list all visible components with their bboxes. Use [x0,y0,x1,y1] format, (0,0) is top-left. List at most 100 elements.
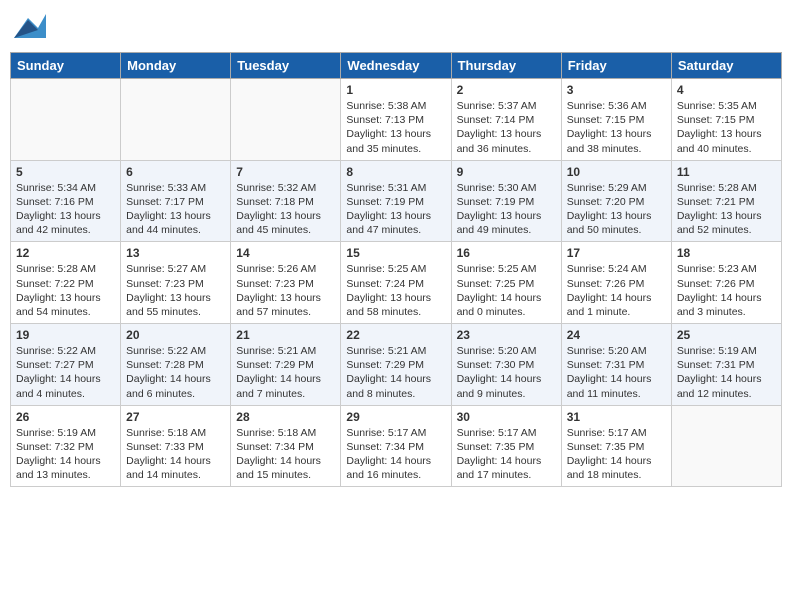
day-info: Daylight: 14 hours [346,372,445,386]
day-info: Sunrise: 5:28 AM [16,262,115,276]
page-header [10,10,782,46]
calendar-header-row: SundayMondayTuesdayWednesdayThursdayFrid… [11,53,782,79]
day-number: 12 [16,246,115,260]
calendar-cell: 24 Sunrise: 5:20 AMSunset: 7:31 PMDayligh… [561,324,671,406]
day-number: 23 [457,328,556,342]
day-info: Daylight: 13 hours [236,209,335,223]
calendar-cell: 14Sunrise: 5:26 AMSunset: 7:23 PMDayligh… [231,242,341,324]
day-info: Daylight: 13 hours [16,209,115,223]
calendar-cell [121,79,231,161]
day-number: 3 [567,83,666,97]
day-number: 4 [677,83,776,97]
day-info: Sunset: 7:23 PM [126,277,225,291]
day-info: and 36 minutes. [457,142,556,156]
calendar-cell: 23 Sunrise: 5:20 AMSunset: 7:30 PMDayligh… [451,324,561,406]
day-info: Sunrise: 5:23 AM [677,262,776,276]
day-number: 24 [567,328,666,342]
day-number: 19 [16,328,115,342]
day-info: Daylight: 14 hours [126,372,225,386]
day-info: Daylight: 13 hours [346,127,445,141]
day-header-tuesday: Tuesday [231,53,341,79]
calendar-cell: 13Sunrise: 5:27 AMSunset: 7:23 PMDayligh… [121,242,231,324]
day-info: and 12 minutes. [677,387,776,401]
day-info: Sunrise: 5:38 AM [346,99,445,113]
day-info: Sunrise: 5:21 AM [346,344,445,358]
day-number: 5 [16,165,115,179]
day-info: and 50 minutes. [567,223,666,237]
day-info: Sunset: 7:14 PM [457,113,556,127]
day-info: Sunrise: 5:31 AM [346,181,445,195]
day-info: Daylight: 14 hours [567,372,666,386]
calendar-cell: 21Sunrise: 5:21 AMSunset: 7:29 PMDayligh… [231,324,341,406]
day-info: and 38 minutes. [567,142,666,156]
day-info: Sunrise: 5:18 AM [236,426,335,440]
day-info: Sunset: 7:16 PM [16,195,115,209]
calendar-cell: 30Sunrise: 5:17 AMSunset: 7:35 PMDayligh… [451,405,561,487]
day-number: 21 [236,328,335,342]
day-info: Sunset: 7:35 PM [567,440,666,454]
calendar-week-2: 5Sunrise: 5:34 AMSunset: 7:16 PMDaylight… [11,160,782,242]
calendar-cell: 25Sunrise: 5:19 AMSunset: 7:31 PMDayligh… [671,324,781,406]
day-info: Sunrise: 5:20 AM [457,344,556,358]
day-info: and 52 minutes. [677,223,776,237]
day-info: Sunset: 7:22 PM [16,277,115,291]
day-number: 1 [346,83,445,97]
day-info: and 13 minutes. [16,468,115,482]
day-info: and 47 minutes. [346,223,445,237]
day-info: Sunrise: 5:32 AM [236,181,335,195]
calendar-cell: 5Sunrise: 5:34 AMSunset: 7:16 PMDaylight… [11,160,121,242]
day-info: and 9 minutes. [457,387,556,401]
calendar-cell: 16Sunrise: 5:25 AMSunset: 7:25 PMDayligh… [451,242,561,324]
day-number: 14 [236,246,335,260]
day-info: Daylight: 14 hours [567,291,666,305]
day-info: Sunset: 7:35 PM [457,440,556,454]
day-info: Sunrise: 5:30 AM [457,181,556,195]
day-info: Sunrise: 5:17 AM [346,426,445,440]
day-info: Sunset: 7:15 PM [677,113,776,127]
day-info: Sunset: 7:26 PM [567,277,666,291]
day-number: 11 [677,165,776,179]
calendar-cell [231,79,341,161]
day-info: Daylight: 13 hours [567,209,666,223]
day-header-wednesday: Wednesday [341,53,451,79]
day-number: 6 [126,165,225,179]
calendar-cell: 22Sunrise: 5:21 AMSunset: 7:29 PMDayligh… [341,324,451,406]
day-info: Sunrise: 5:20 AM [567,344,666,358]
day-info: Sunrise: 5:29 AM [567,181,666,195]
day-info: Sunrise: 5:28 AM [677,181,776,195]
day-number: 26 [16,410,115,424]
day-info: and 0 minutes. [457,305,556,319]
day-info: Sunset: 7:30 PM [457,358,556,372]
day-info: Sunrise: 5:22 AM [126,344,225,358]
day-header-sunday: Sunday [11,53,121,79]
calendar-cell: 29Sunrise: 5:17 AMSunset: 7:34 PMDayligh… [341,405,451,487]
day-info: Daylight: 14 hours [457,372,556,386]
day-info: Sunset: 7:31 PM [567,358,666,372]
calendar-cell: 19Sunrise: 5:22 AMSunset: 7:27 PMDayligh… [11,324,121,406]
day-number: 22 [346,328,445,342]
day-info: and 40 minutes. [677,142,776,156]
day-info: Sunrise: 5:37 AM [457,99,556,113]
calendar-week-3: 12 Sunrise: 5:28 AMSunset: 7:22 PM Dayligh… [11,242,782,324]
day-info: Daylight: 14 hours [567,454,666,468]
day-info: Daylight: 13 hours [457,127,556,141]
day-info: Daylight: 14 hours [126,454,225,468]
day-info: Daylight: 13 hours [677,209,776,223]
day-number: 15 [346,246,445,260]
day-info: Sunset: 7:17 PM [126,195,225,209]
day-info: and 17 minutes. [457,468,556,482]
calendar-cell: 12Sunrise: 5:28 AMSunset: 7:22 PMDayligh… [11,242,121,324]
calendar-week-1: 1Sunrise: 5:38 AMSunset: 7:13 PMDaylight… [11,79,782,161]
day-info: Sunrise: 5:17 AM [457,426,556,440]
calendar-cell: 11Sunrise: 5:28 AMSunset: 7:21 PMDayligh… [671,160,781,242]
calendar-cell: 2Sunrise: 5:37 AMSunset: 7:14 PMDaylight… [451,79,561,161]
day-info: Daylight: 13 hours [346,291,445,305]
day-info: and 14 minutes. [126,468,225,482]
day-info: Daylight: 13 hours [567,127,666,141]
day-info: and 57 minutes. [236,305,335,319]
day-info: Sunset: 7:27 PM [16,358,115,372]
calendar-cell [11,79,121,161]
day-number: 29 [346,410,445,424]
calendar-cell: 6Sunrise: 5:33 AMSunset: 7:17 PMDaylight… [121,160,231,242]
day-number: 16 [457,246,556,260]
